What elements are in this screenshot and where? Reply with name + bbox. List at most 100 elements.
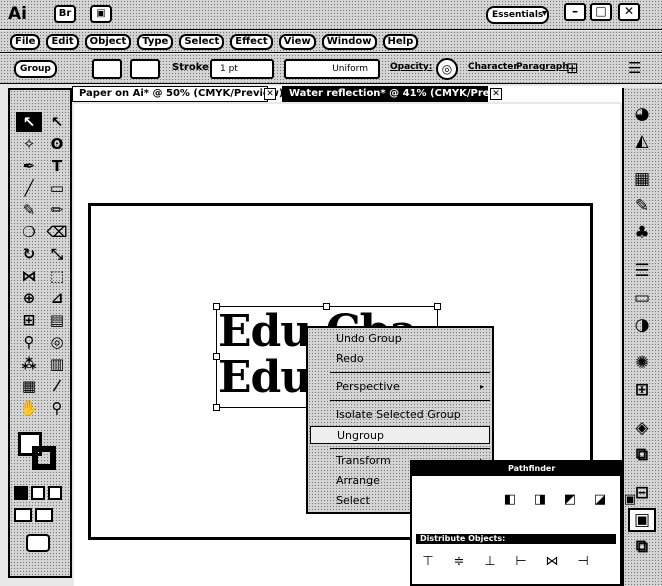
pencil-tool-icon[interactable]: ✏ — [44, 200, 70, 220]
none-mode-icon[interactable] — [48, 486, 62, 500]
canvas-text-line-2[interactable]: Edu — [218, 356, 312, 400]
stroke-panel-icon[interactable]: ☰ — [628, 259, 656, 283]
menu-file[interactable]: File — [10, 33, 41, 50]
color-panel-icon[interactable]: ◕ — [628, 102, 656, 126]
menu-object[interactable]: Object — [84, 33, 132, 50]
eyedropper-tool-icon[interactable]: ⚲ — [16, 332, 42, 352]
close-icon[interactable]: ✕ — [264, 88, 276, 100]
screen-mode-icon[interactable] — [26, 534, 50, 552]
distribute-top-icon[interactable]: ⊤ — [418, 554, 438, 570]
selection-handle[interactable] — [213, 404, 220, 411]
scale-tool-icon[interactable]: ⤡ — [44, 244, 70, 264]
rectangle-tool-icon[interactable]: ▭ — [44, 178, 70, 198]
exclude-icon[interactable]: ◪ — [590, 492, 610, 508]
menu-select[interactable]: Select — [179, 33, 225, 50]
blend-tool-icon[interactable]: ◎ — [44, 332, 70, 352]
graphic-styles-panel-icon[interactable]: ⊞ — [628, 378, 656, 402]
menu-effect[interactable]: Effect — [230, 33, 273, 50]
character-link[interactable]: Character — [468, 62, 518, 72]
minus-front-icon[interactable]: ◨ — [530, 492, 550, 508]
gradient-mode-icon[interactable] — [31, 486, 45, 500]
artboards-panel-icon[interactable]: ⧉ — [628, 443, 656, 467]
lasso-tool-icon[interactable]: ʘ — [44, 134, 70, 154]
rotate-tool-icon[interactable]: ↻ — [16, 244, 42, 264]
stroke-swatch[interactable] — [130, 59, 160, 79]
slice-tool-icon[interactable]: ⁄ — [44, 376, 70, 396]
line-tool-icon[interactable]: ╱ — [16, 178, 42, 198]
minimize-button[interactable]: – — [564, 3, 586, 21]
opacity-link[interactable]: Opacity: — [390, 62, 432, 72]
maximize-button[interactable]: □ — [590, 3, 612, 21]
stroke-profile-select[interactable]: Uniform — [284, 59, 380, 79]
brushes-panel-icon[interactable]: ✎ — [628, 194, 656, 218]
draw-behind-icon[interactable] — [35, 508, 53, 522]
arrange-documents-icon[interactable]: ▣ — [90, 5, 112, 23]
workspace-switcher[interactable]: Essentials — [486, 6, 550, 24]
symbols-panel-icon[interactable]: ♣ — [628, 221, 656, 245]
stroke-color-swatch[interactable] — [32, 446, 56, 470]
selection-handle[interactable] — [213, 303, 220, 310]
menu-help[interactable]: Help — [382, 33, 419, 50]
blob-brush-tool-icon[interactable]: ❍ — [16, 222, 42, 242]
shape-builder-tool-icon[interactable]: ⊕ — [16, 288, 42, 308]
zoom-tool-icon[interactable]: ⚲ — [44, 398, 70, 418]
selection-tool-icon[interactable]: ↖ — [16, 112, 42, 132]
pathfinder-panel-icon[interactable]: ⧉ — [628, 535, 656, 559]
pen-tool-icon[interactable]: ✒ — [16, 156, 42, 176]
paragraph-link[interactable]: Paragraph — [516, 62, 569, 72]
symbol-sprayer-tool-icon[interactable]: ⁂ — [16, 354, 42, 374]
layers-panel-icon[interactable]: ◈ — [628, 416, 656, 440]
panel-menu-icon[interactable]: ☰ — [628, 59, 641, 77]
eraser-tool-icon[interactable]: ⌫ — [44, 222, 70, 242]
distribute-left-icon[interactable]: ⊢ — [511, 554, 531, 570]
fill-swatch[interactable] — [92, 59, 122, 79]
gradient-tool-icon[interactable]: ▤ — [44, 310, 70, 330]
expand-icon[interactable]: ▣ — [620, 492, 640, 508]
pathfinder-panel-header[interactable]: Pathfinder — [412, 462, 620, 476]
mesh-tool-icon[interactable]: ⊞ — [16, 310, 42, 330]
menu-window[interactable]: Window — [321, 33, 377, 50]
hand-tool-icon[interactable]: ✋ — [16, 398, 42, 418]
width-tool-icon[interactable]: ⋈ — [16, 266, 42, 286]
perspective-grid-tool-icon[interactable]: ⊿ — [44, 288, 70, 308]
recolor-icon[interactable]: ◎ — [436, 58, 458, 80]
stroke-weight-field[interactable]: 1 pt — [210, 59, 274, 79]
intersect-icon[interactable]: ◩ — [560, 492, 580, 508]
magic-wand-tool-icon[interactable]: ✧ — [16, 134, 42, 154]
transparency-panel-icon[interactable]: ◑ — [628, 313, 656, 337]
close-button[interactable]: ✕ — [618, 3, 640, 21]
context-menu-undo-group[interactable]: Undo Group — [308, 330, 492, 348]
draw-normal-icon[interactable] — [14, 508, 32, 522]
column-graph-tool-icon[interactable]: ▥ — [44, 354, 70, 374]
swatches-panel-icon[interactable]: ▦ — [628, 167, 656, 191]
distribute-hcenter-icon[interactable]: ⋈ — [542, 554, 562, 570]
menu-edit[interactable]: Edit — [46, 33, 79, 50]
free-transform-tool-icon[interactable]: ⬚ — [44, 266, 70, 286]
context-menu-isolate-selected-group[interactable]: Isolate Selected Group — [308, 406, 492, 424]
gradient-panel-icon[interactable]: ▭ — [628, 286, 656, 310]
context-menu-redo[interactable]: Redo — [308, 350, 492, 368]
unite-icon[interactable]: ◧ — [500, 492, 520, 508]
menu-view[interactable]: View — [278, 33, 316, 50]
distribute-bottom-icon[interactable]: ⊥ — [480, 554, 500, 570]
context-menu-perspective[interactable]: Perspective ▸ — [308, 378, 492, 396]
close-icon[interactable]: ✕ — [490, 88, 502, 100]
selection-handle[interactable] — [213, 353, 220, 360]
tab-paper-on-ai[interactable]: Paper on Ai* @ 50% (CMYK/Preview) — [72, 86, 284, 102]
align-icon[interactable]: ⊞ — [566, 59, 579, 77]
bridge-icon[interactable]: Br — [54, 5, 76, 23]
paintbrush-tool-icon[interactable]: ✎ — [16, 200, 42, 220]
color-guide-icon[interactable]: ◭ — [628, 129, 656, 153]
chevron-down-icon[interactable]: ▾ — [542, 8, 547, 19]
tab-water-reflection[interactable]: Water reflection* @ 41% (CMYK/Preview) — [282, 86, 520, 102]
distribute-vcenter-icon[interactable]: ≑ — [449, 554, 469, 570]
selection-handle[interactable] — [323, 303, 330, 310]
selection-handle[interactable] — [434, 303, 441, 310]
transform-panel-icon[interactable]: ▣ — [628, 508, 656, 532]
artboard-tool-icon[interactable]: ▦ — [16, 376, 42, 396]
menu-type[interactable]: Type — [137, 33, 174, 50]
direct-selection-tool-icon[interactable]: ↖ — [44, 112, 70, 132]
type-tool-icon[interactable]: T — [44, 156, 70, 176]
color-mode-icon[interactable] — [14, 486, 28, 500]
context-menu-ungroup[interactable]: Ungroup — [310, 426, 490, 444]
